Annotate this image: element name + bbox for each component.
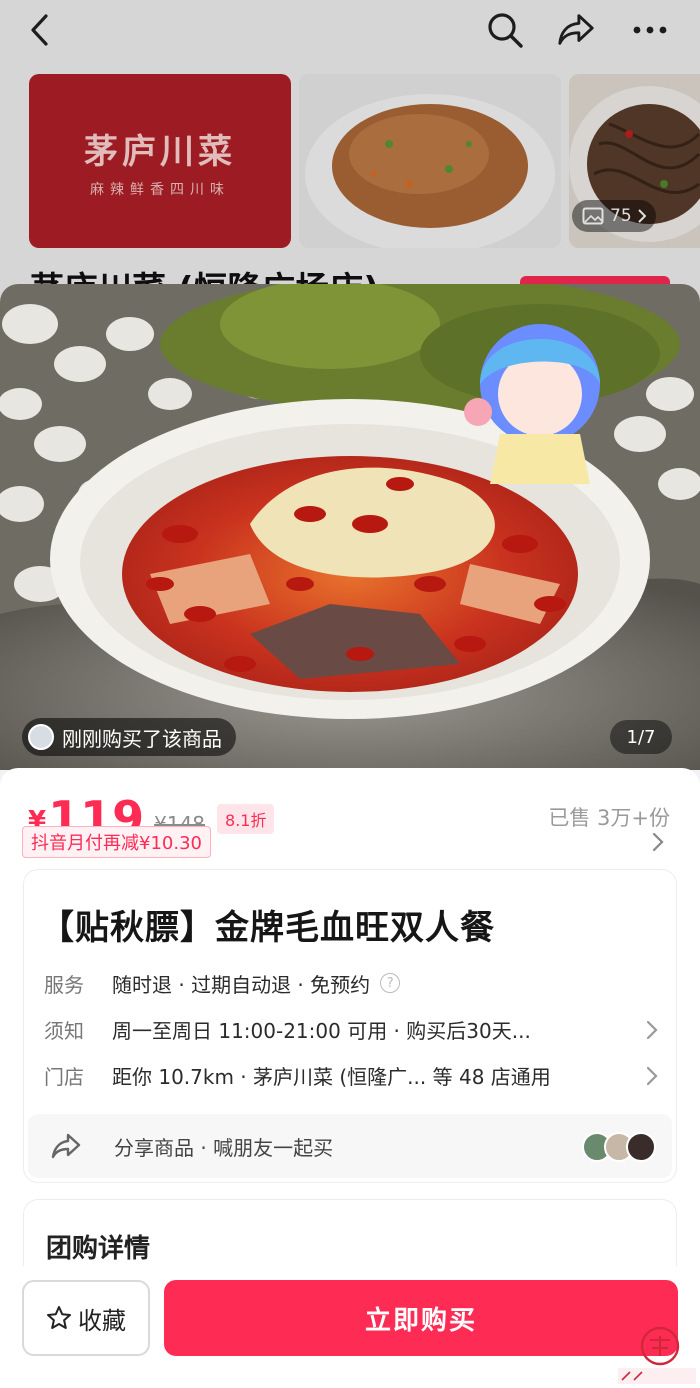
more-dots-icon xyxy=(633,26,667,34)
product-card: 【贴秋膘】金牌毛血旺双人餐 服务 随时退 · 过期自动退 · 免预约 ? 须知 … xyxy=(24,870,676,1182)
notice-value: 周一至周日 11:00-21:00 可用 · 购买后30天... xyxy=(112,1018,531,1043)
hero-image[interactable]: 刚刚购买了该商品 1/7 xyxy=(0,284,700,770)
store-page-background: 茅庐川菜 麻辣鲜香四川味 75 茅 xyxy=(0,0,700,310)
help-icon[interactable]: ? xyxy=(380,973,401,993)
logo-title: 茅庐川菜 xyxy=(84,131,236,172)
bottom-action-bar: 收藏 立即购买 xyxy=(0,1266,700,1388)
avatar xyxy=(626,1132,656,1162)
image-icon xyxy=(582,207,604,225)
favorite-label: 收藏 xyxy=(78,1306,126,1335)
service-label: 服务 xyxy=(44,972,84,997)
top-bar xyxy=(0,0,700,60)
recent-purchase-text: 刚刚购买了该商品 xyxy=(62,726,222,751)
share-product-row[interactable]: 分享商品 · 喊朋友一起买 xyxy=(28,1114,672,1178)
avatar xyxy=(28,724,54,750)
chevron-right-icon[interactable] xyxy=(646,1066,658,1086)
product-title: 【贴秋膘】金牌毛血旺双人餐 xyxy=(40,908,495,948)
chevron-left-icon xyxy=(31,14,48,46)
store-value: 距你 10.7km · 茅庐川菜 (恒隆广... 等 48 店通用 xyxy=(112,1064,551,1089)
share-arrow-icon xyxy=(50,1132,90,1160)
image-pager: 1/7 xyxy=(610,720,672,754)
search-button[interactable] xyxy=(485,10,525,50)
product-page: 茅庐川菜 麻辣鲜香四川味 75 茅 xyxy=(0,0,700,1388)
discount-badge: 8.1折 xyxy=(217,804,275,834)
buy-now-button[interactable]: 立即购买 xyxy=(164,1280,678,1356)
friend-avatars xyxy=(582,1132,656,1162)
product-sheet: 刚刚购买了该商品 1/7 ¥ 119 ¥148 8.1折 已售 3万+份 抖音月… xyxy=(0,284,700,1388)
favorite-button[interactable]: 收藏 xyxy=(22,1280,150,1356)
sold-count: 已售 3万+份 xyxy=(548,806,670,830)
notice-label: 须知 xyxy=(44,1018,84,1043)
store-row[interactable]: 门店 距你 10.7km · 茅庐川菜 (恒隆广... 等 48 店通用 xyxy=(44,1060,656,1090)
fried-rice-photo[interactable] xyxy=(299,74,561,248)
chevron-right-icon xyxy=(637,209,646,223)
chevron-right-icon[interactable] xyxy=(652,832,664,852)
share-arrow-icon xyxy=(558,14,594,45)
service-value: 随时退 · 过期自动退 · 免预约 xyxy=(112,972,371,997)
recent-purchase-toast: 刚刚购买了该商品 xyxy=(22,718,236,756)
store-logo-image[interactable]: 茅庐川菜 麻辣鲜香四川味 xyxy=(29,74,291,248)
share-text: 分享商品 · 喊朋友一起买 xyxy=(114,1135,334,1160)
photo-count: 75 xyxy=(610,206,632,226)
store-label: 门店 xyxy=(44,1064,84,1089)
logo-subtitle: 麻辣鲜香四川味 xyxy=(90,181,230,198)
search-icon xyxy=(488,13,523,48)
notice-row[interactable]: 须知 周一至周日 11:00-21:00 可用 · 购买后30天... xyxy=(44,1014,656,1044)
star-icon xyxy=(47,1306,71,1329)
details-title: 团购详情 xyxy=(46,1234,151,1264)
promo-tag[interactable]: 抖音月付再减¥10.30 xyxy=(22,826,211,858)
share-button[interactable] xyxy=(556,10,596,50)
more-button[interactable] xyxy=(630,10,670,50)
photo-count-badge[interactable]: 75 xyxy=(572,200,656,232)
chevron-right-icon[interactable] xyxy=(646,1020,658,1040)
back-button[interactable] xyxy=(20,10,60,50)
service-row[interactable]: 服务 随时退 · 过期自动退 · 免预约 ? xyxy=(44,968,401,998)
site-watermark-logo xyxy=(618,1326,696,1384)
